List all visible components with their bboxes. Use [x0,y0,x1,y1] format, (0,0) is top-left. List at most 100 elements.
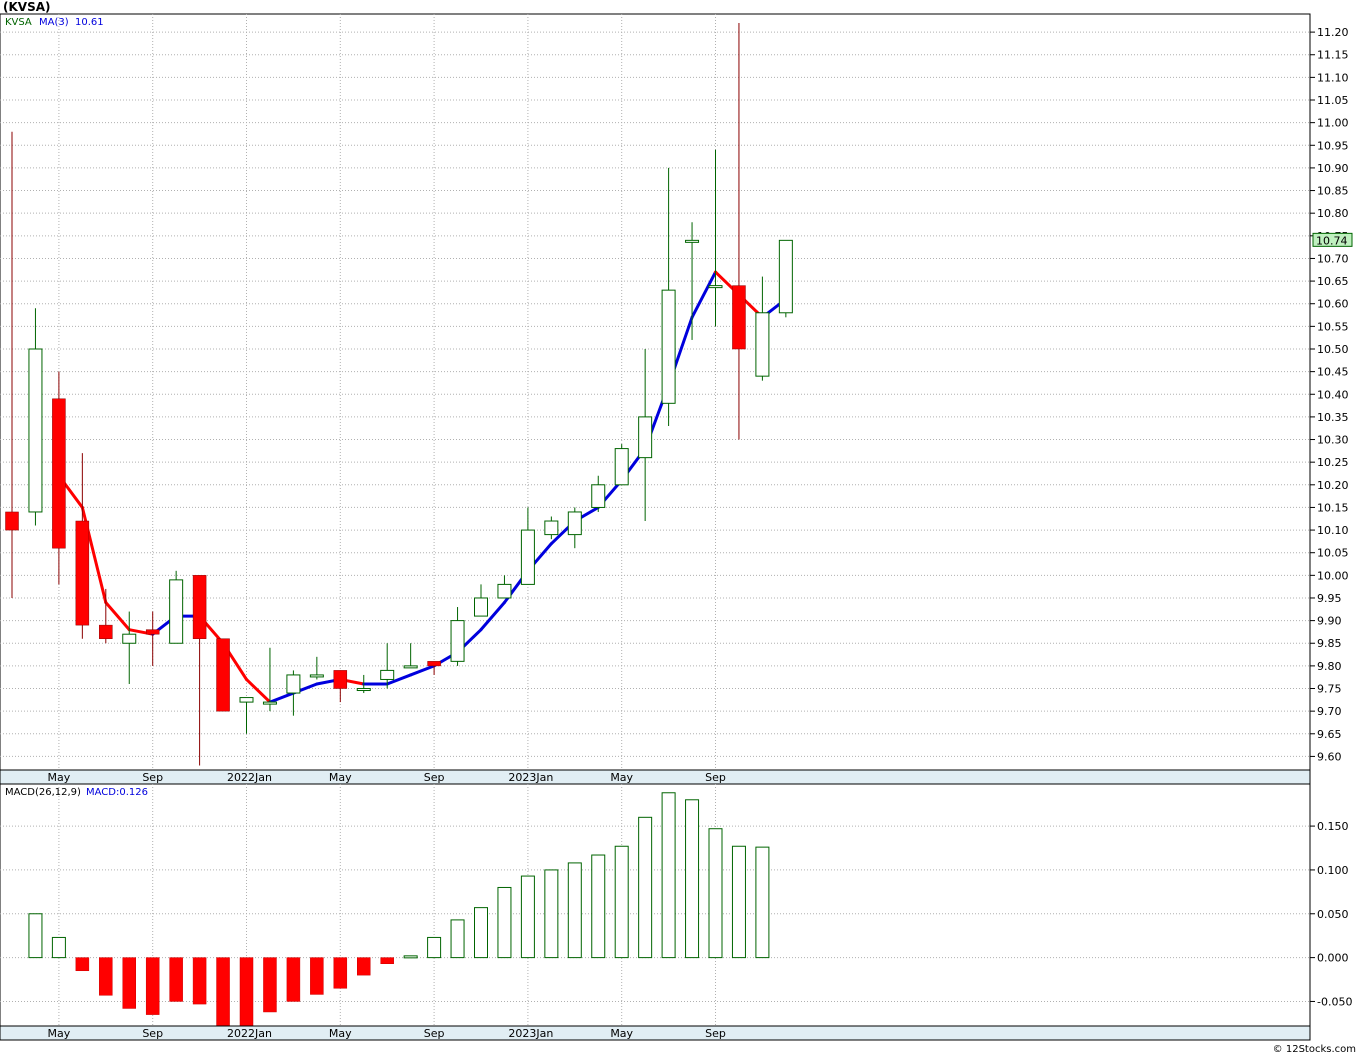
macd-bar-positive [614,845,629,959]
price-y-tick-label: 10.40 [1317,388,1349,401]
candle-body-up [544,520,559,536]
macd-bar-positive [497,886,512,959]
macd-y-tick-label: 0.000 [1317,952,1349,965]
price-y-tick-label: 10.25 [1317,456,1349,469]
macd-x-axis-band [0,1025,1311,1041]
macd-bar-negative [333,957,348,989]
macd-bar-negative [239,957,254,1027]
price-y-tick-label: 10.95 [1317,139,1349,152]
candle-body-down [5,511,19,531]
candle-body-down [99,624,113,639]
candle-body-down [427,661,441,667]
price-panel: May Sep 2022Jan May Sep 2023Jan May Sep 9.609.6… [0,13,1349,785]
price-y-tick-label: 9.90 [1317,615,1342,628]
price-y-tick-label: 11.00 [1317,117,1349,130]
macd-bar-negative [310,957,324,995]
candle-body-up [497,583,512,599]
candle-body-up [474,597,488,617]
candle-body-up [591,484,606,508]
macd-bar-positive [685,799,700,959]
price-y-tick-label: 9.70 [1317,705,1342,718]
candle-body-down [732,285,746,350]
macd-bar-positive [474,907,488,959]
price-y-tick-label: 10.70 [1317,252,1349,265]
price-y-tick-label: 10.20 [1317,479,1349,492]
macd-y-tick-label: 0.150 [1317,820,1349,833]
macd-bar-positive [403,955,418,959]
last-price-marker: 10.74 [1312,232,1353,247]
macd-y-tick-label: 0.050 [1317,908,1349,921]
price-y-tick-label: 9.60 [1317,750,1342,763]
macd-panel: May Sep 2022Jan May Sep 2023Jan May Sep -0.050 0… [0,783,1352,1041]
macd-x-label: Sep [142,1027,163,1040]
candle-body-up [380,669,395,680]
price-y-tick-label: 10.10 [1317,524,1349,537]
chart-title: (KVSA) [3,0,50,14]
macd-x-label: 2023Jan [508,1027,553,1040]
last-price-label: 10.74 [1316,234,1348,247]
candle-body-down [75,520,90,626]
price-y-tick-label: 10.60 [1317,298,1349,311]
macd-bar-positive [28,913,43,959]
price-y-tick-label: 10.30 [1317,434,1349,447]
price-y-tick-label: 11.10 [1317,71,1349,84]
candle-body-up [356,688,371,692]
price-y-tick-label: 11.20 [1317,26,1349,39]
candle-body-up [520,529,535,585]
candle-body-up [28,348,43,513]
candle-body-up [169,579,184,644]
price-x-label: May [610,771,633,784]
price-y-tick-label: 10.00 [1317,569,1349,582]
price-y-tick-label: 10.15 [1317,501,1349,514]
candle-body-up [661,289,676,404]
price-x-label: Sep [142,771,163,784]
macd-bar-negative [263,957,277,1013]
price-y-tick-label: 10.50 [1317,343,1349,356]
price-y-tick-label: 11.05 [1317,94,1349,107]
macd-x-label: Sep [424,1027,445,1040]
candle-body-up [708,285,723,289]
price-x-label: 2023Jan [508,771,553,784]
candle-body-up [239,697,254,703]
price-y-tick-label: 10.90 [1317,162,1349,175]
price-x-label: May [48,771,71,784]
legend-symbol: KVSA [5,17,32,28]
macd-bar-positive [661,792,676,959]
macd-x-label: May [48,1027,71,1040]
price-y-tick-label: 11.15 [1317,49,1349,62]
price-y-axis: 9.60 9.65 9.70 9.75 9.80 9.85 9.90 9.95 10.00 10.… [1310,26,1349,763]
macd-bar-positive [755,846,770,959]
macd-bar-positive [544,869,559,959]
price-y-tick-label: 9.80 [1317,660,1342,673]
macd-bar-negative [145,957,160,1015]
candle-body-up [262,701,277,705]
candle-body-up [685,239,700,243]
candle-body-up [309,674,324,678]
candle-body-up [638,416,653,459]
macd-bar-negative [286,957,301,1002]
candle-body-down [145,629,160,635]
price-y-tick-label: 9.65 [1317,728,1342,741]
macd-bar-positive [427,936,442,959]
macd-bar-positive [591,854,606,959]
candle-body-up [567,511,582,536]
price-x-label: Sep [424,771,445,784]
macd-bar-positive [450,919,465,959]
price-plot-area [0,13,1311,771]
macd-bar-positive [708,828,723,959]
candle-body-up [286,674,301,694]
candle-body-up [122,633,137,644]
macd-y-axis: -0.050 0.000 0.050 0.100 0.150 [1310,820,1352,1008]
macd-bar-negative [99,957,113,996]
macd-bar-positive [731,845,746,959]
macd-bar-positive [51,936,66,959]
price-y-tick-label: 10.45 [1317,366,1349,379]
macd-bar-negative [357,957,371,976]
price-y-tick-label: 10.35 [1317,411,1349,424]
macd-bar-negative [169,957,183,1002]
macd-bar-negative [192,957,207,1005]
chart-canvas: May Sep 2022Jan May Sep 2023Jan May Sep 9.609.6… [0,0,1356,1055]
candle-body-up [614,448,629,486]
price-y-tick-label: 9.85 [1317,637,1342,650]
macd-title: MACD(26,12,9) [5,787,81,798]
